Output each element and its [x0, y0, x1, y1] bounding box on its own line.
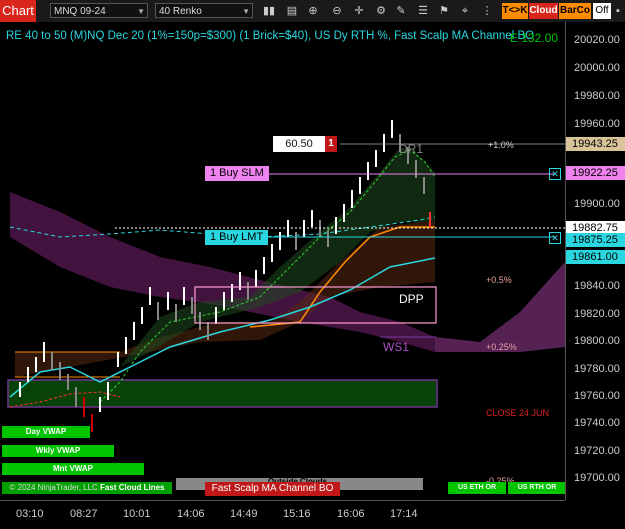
barco-toggle-button[interactable]: BarCo	[559, 3, 591, 19]
fast-cloud-lines-label: © 2024 NinjaTrader, LLC Fast Cloud Lines	[2, 482, 172, 494]
pct-025-label: +0.25%	[486, 342, 517, 352]
time-tick: 08:27	[70, 508, 98, 520]
us-rth-or-label: US RTH OR	[508, 482, 566, 494]
instrument-selector[interactable]: MNQ 09-24 ▼	[50, 3, 148, 18]
crosshair-icon[interactable]: ✛	[352, 4, 366, 18]
instrument-label: MNQ 09-24	[54, 6, 106, 17]
green-zone	[7, 379, 438, 408]
price-tick: 20000.00	[574, 62, 620, 74]
price-tick: 19780.00	[574, 363, 620, 375]
pct-1-label: +1.0%	[488, 140, 514, 150]
expand-icon[interactable]: ▪	[612, 4, 624, 18]
footer-copyright: © 2024 NinjaTrader, LLC	[9, 483, 98, 492]
bar-type-label: 40 Renko	[159, 6, 202, 17]
price-tick: 19700.00	[574, 472, 620, 484]
time-axis[interactable]: 03:10 08:27 10:01 14:06 14:49 15:16 16:0…	[0, 500, 565, 529]
time-tick: 03:10	[16, 508, 44, 520]
time-tick: 10:01	[123, 508, 151, 520]
price-tick: 19720.00	[574, 445, 620, 457]
zoom-in-icon[interactable]: ⊕	[306, 4, 320, 18]
us-eth-or-label: US ETH OR	[448, 482, 506, 494]
attach-icon[interactable]: ⌖	[458, 4, 472, 18]
ws1-label: WS1	[383, 340, 410, 354]
buy-lmt-order[interactable]: 1 Buy LMT	[205, 230, 269, 245]
drawing-icon[interactable]: ✎	[394, 4, 408, 18]
time-tick: 16:06	[337, 508, 365, 520]
strategy-icon[interactable]: ⚑	[437, 4, 451, 18]
chart-toolbar: Chart MNQ 09-24 ▼ 40 Renko ▼ ▮▮ ▤ ⊕ ⊖ ✛ …	[0, 0, 625, 23]
dr1-label: DR1	[399, 142, 424, 156]
top-right-value: E 132.00	[510, 31, 559, 45]
off-toggle-button[interactable]: Off	[593, 3, 611, 19]
close-lmt-icon[interactable]: ✕	[549, 232, 561, 244]
bars-icon[interactable]: ▮▮	[262, 4, 276, 18]
price-marker-19943: 19943.25	[566, 137, 625, 151]
time-tick: 14:06	[177, 508, 205, 520]
time-tick: 17:14	[390, 508, 418, 520]
chart-title: RE 40 to 50 (M)NQ Dec 20 (1%=150p=$300) …	[6, 30, 535, 42]
price-tick: 19960.00	[574, 118, 620, 130]
cloud-toggle-button[interactable]: Cloud	[529, 3, 558, 19]
chevron-down-icon: ▼	[242, 7, 250, 16]
indicators-icon[interactable]: ⚙	[374, 4, 388, 18]
time-tick: 15:16	[283, 508, 311, 520]
strategy-label: Fast Scalp MA Channel BO	[205, 482, 340, 496]
price-marker-lmt: 19875.25	[566, 233, 625, 247]
price-tick: 19740.00	[574, 417, 620, 429]
price-tick: 19980.00	[574, 90, 620, 102]
price-tick: 19820.00	[574, 308, 620, 320]
fast-cloud-lines-text: Fast Cloud Lines	[100, 483, 165, 492]
chevron-down-icon: ▼	[137, 7, 145, 16]
time-tick: 14:49	[230, 508, 258, 520]
more-icon[interactable]: ⋮	[480, 4, 494, 18]
chart-plot-area[interactable]: 60.50 1 DR1 +1.0% 1 Buy SLM 1 Buy LMT ✕ …	[0, 22, 566, 500]
close-slm-icon[interactable]: ✕	[549, 168, 561, 180]
price-marker-slm: 19922.25	[566, 166, 625, 180]
close-label: CLOSE 24 JUN	[486, 408, 550, 418]
tk-toggle-button[interactable]: T<>K	[502, 3, 528, 19]
price-tick: 19760.00	[574, 390, 620, 402]
wkly-vwap-label: Wkly VWAP	[2, 445, 114, 457]
chart-tab[interactable]: Chart	[0, 0, 36, 22]
day-vwap-label: Day VWAP	[2, 426, 90, 438]
bar-type-selector[interactable]: 40 Renko ▼	[155, 3, 253, 18]
price-tick: 19800.00	[574, 335, 620, 347]
mnt-vwap-label: Mnt VWAP	[2, 463, 144, 475]
quantity-box[interactable]: 60.50	[273, 136, 325, 152]
zoom-out-icon[interactable]: ⊖	[330, 4, 344, 18]
price-tick: 20020.00	[574, 34, 620, 46]
properties-icon[interactable]: ☰	[416, 4, 430, 18]
price-tick: 19900.00	[574, 198, 620, 210]
chart-style-icon[interactable]: ▤	[285, 4, 299, 18]
price-tick: 19840.00	[574, 280, 620, 292]
price-marker-cyan: 19861.00	[566, 250, 625, 264]
quantity-badge[interactable]: 1	[325, 136, 337, 152]
pct-05-label: +0.5%	[486, 275, 512, 285]
buy-slm-order[interactable]: 1 Buy SLM	[205, 166, 269, 181]
dpp-label: DPP	[399, 292, 424, 306]
